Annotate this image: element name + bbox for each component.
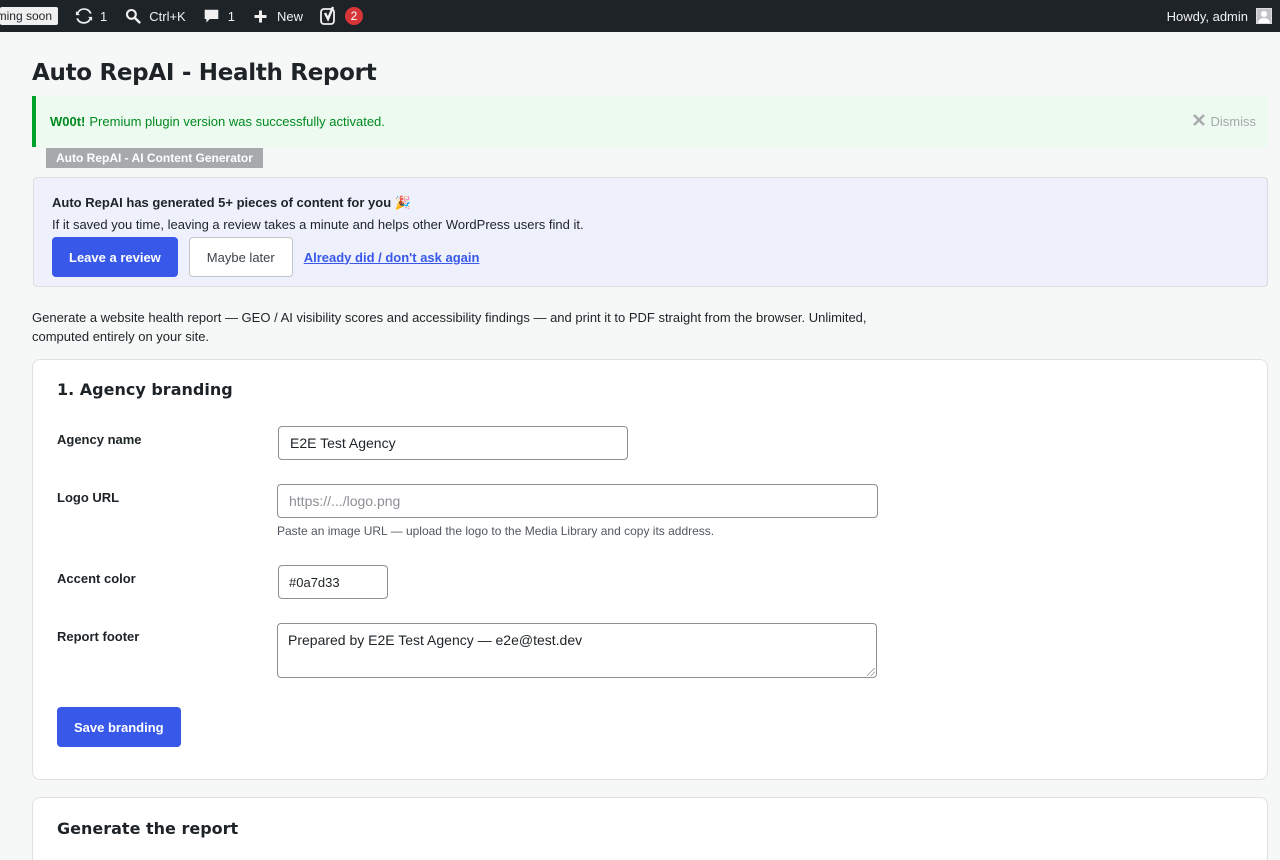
yoast-icon <box>319 6 339 26</box>
comments-item[interactable]: 1 <box>194 0 243 32</box>
logo-url-help: Paste an image URL — upload the logo to … <box>277 524 715 538</box>
avatar <box>1256 8 1272 24</box>
dismiss-button[interactable]: Dismiss <box>1192 114 1257 129</box>
agency-branding-title: 1. Agency branding <box>57 380 233 399</box>
updates-count: 1 <box>100 8 108 24</box>
logo-url-input[interactable]: https://.../logo.png <box>277 484 878 518</box>
save-branding-button[interactable]: Save branding <box>57 707 181 747</box>
coming-soon-label: Coming soon <box>0 8 52 23</box>
report-footer-value: Prepared by E2E Test Agency — e2e@test.d… <box>288 632 583 648</box>
howdy-label: Howdy, admin <box>1166 8 1248 24</box>
plus-icon <box>251 6 271 26</box>
new-label: New <box>276 8 303 24</box>
generate-report-title: Generate the report <box>57 819 239 838</box>
logo-url-label: Logo URL <box>57 490 120 505</box>
maybe-later-button[interactable]: Maybe later <box>188 237 293 277</box>
review-request-box: Auto RepAI has generated 5+ pieces of co… <box>33 177 1268 287</box>
accent-color-input[interactable]: #0a7d33 <box>278 565 388 599</box>
account-menu[interactable]: Howdy, admin <box>1167 8 1280 24</box>
coming-soon-item[interactable]: Coming soon <box>0 0 66 32</box>
accent-color-label: Accent color <box>57 571 136 586</box>
search-item[interactable]: Ctrl+K <box>115 0 193 32</box>
already-did-link[interactable]: Already did / don't ask again <box>304 250 480 265</box>
dismiss-label: Dismiss <box>1210 114 1257 129</box>
notice-message: Premium plugin version was successfully … <box>89 114 385 129</box>
yoast-item[interactable]: 2 <box>311 0 371 32</box>
search-shortcut: Ctrl+K <box>149 8 186 24</box>
review-actions: Leave a review Maybe later Already did /… <box>52 237 1249 277</box>
updates-icon <box>74 6 94 26</box>
agency-name-label: Agency name <box>57 432 142 447</box>
new-content-item[interactable]: New <box>243 0 311 32</box>
coming-soon-badge[interactable]: Coming soon <box>0 7 58 25</box>
leave-review-button[interactable]: Leave a review <box>52 237 178 277</box>
review-title: Auto RepAI has generated 5+ pieces of co… <box>52 195 411 210</box>
yoast-notification-badge: 2 <box>344 7 363 25</box>
notice-strong: W00t! <box>50 114 86 129</box>
comment-icon <box>202 6 222 26</box>
intro-text: Generate a website health report — GEO /… <box>32 310 867 344</box>
search-icon <box>123 6 143 26</box>
admin-bar: Coming soon 1 Ctrl+K 1 New 2 Howdy, admi… <box>0 0 1280 32</box>
updates-item[interactable]: 1 <box>66 0 115 32</box>
plugin-tag: Auto RepAI - AI Content Generator <box>46 148 263 168</box>
report-footer-label: Report footer <box>57 629 140 644</box>
agency-branding-card: 1. Agency branding Agency name E2E Test … <box>32 359 1268 780</box>
generate-report-card: Generate the report <box>32 797 1268 860</box>
comments-count: 1 <box>227 8 235 24</box>
resize-handle[interactable] <box>867 668 875 676</box>
success-notice: W00t! Premium plugin version was success… <box>32 96 1268 147</box>
report-footer-textarea[interactable]: Prepared by E2E Test Agency — e2e@test.d… <box>277 623 877 678</box>
page-title: Auto RepAI - Health Report <box>32 60 377 86</box>
agency-name-input[interactable]: E2E Test Agency <box>278 426 628 460</box>
close-icon <box>1192 114 1205 129</box>
review-subtitle: If it saved you time, leaving a review t… <box>52 217 584 232</box>
